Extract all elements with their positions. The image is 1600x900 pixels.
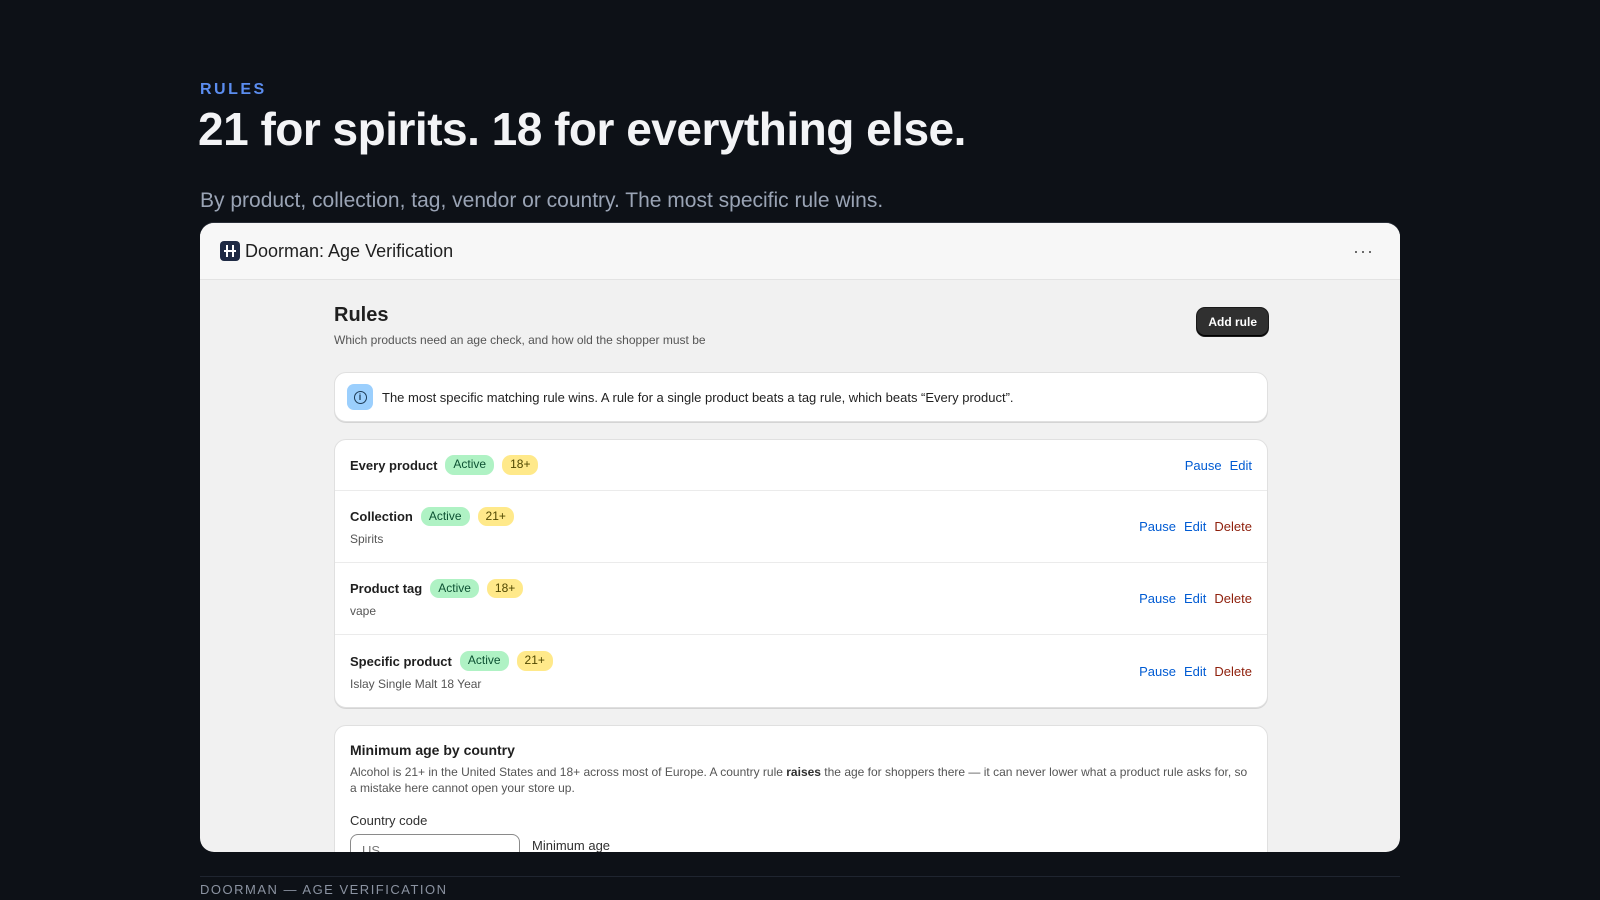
rule-actions: Pause Edit Delete	[1139, 664, 1252, 679]
hero-eyebrow: RULES	[200, 81, 267, 98]
rule-name: Every product	[350, 457, 438, 473]
age-badge: 18+	[502, 455, 539, 475]
app-header: Doorman: Age Verification ···	[200, 223, 1400, 280]
status-badge: Active	[445, 455, 495, 475]
page-content: Rules Which products need an age check, …	[334, 280, 1268, 852]
pause-button[interactable]: Pause	[1139, 519, 1176, 534]
edit-button[interactable]: Edit	[1230, 458, 1252, 473]
age-badge: 21+	[516, 651, 553, 671]
footer-divider	[200, 876, 1400, 877]
delete-button[interactable]: Delete	[1214, 519, 1252, 534]
rule-main: Specific product Active 21+ Islay Single…	[350, 651, 553, 691]
edit-button[interactable]: Edit	[1184, 519, 1206, 534]
country-code-input[interactable]	[350, 834, 520, 852]
age-badge: 18+	[486, 578, 524, 599]
delete-button[interactable]: Delete	[1214, 591, 1252, 606]
country-card-title: Minimum age by country	[350, 742, 515, 758]
rule-actions: Pause Edit Delete	[1139, 591, 1252, 606]
country-rules-card: Minimum age by country Alcohol is 21+ in…	[334, 725, 1268, 852]
page-header: Rules Which products need an age check, …	[334, 280, 1268, 347]
status-badge: Active	[459, 651, 509, 671]
rule-main: Product tag Active 18+ vape	[350, 578, 524, 619]
rule-actions: Pause Edit	[1185, 458, 1252, 473]
app-title: Doorman: Age Verification	[245, 240, 454, 261]
delete-button[interactable]: Delete	[1214, 664, 1252, 679]
status-badge: Active	[430, 578, 479, 599]
hero-title: 21 for spirits. 18 for everything else.	[198, 103, 966, 155]
rules-list: Every product Active 18+ Pause Edit Coll…	[334, 439, 1268, 708]
age-badge: 21+	[477, 506, 514, 527]
rule-actions: Pause Edit Delete	[1139, 519, 1252, 534]
rule-name: Specific product	[350, 653, 452, 669]
emphasis-text: raises	[786, 765, 821, 779]
country-field-row: Minimum age	[350, 834, 1252, 852]
more-actions-icon[interactable]: ···	[1347, 238, 1380, 264]
app-window: Doorman: Age Verification ··· Rules Whic…	[200, 223, 1400, 852]
rule-row: Collection Active 21+ Spirits Pause Edit…	[335, 491, 1267, 563]
hero-subtitle: By product, collection, tag, vendor or c…	[200, 189, 884, 212]
rule-main: Every product Active 18+	[350, 455, 539, 475]
rule-name: Collection	[350, 509, 413, 524]
info-banner: i The most specific matching rule wins. …	[334, 372, 1268, 422]
edit-button[interactable]: Edit	[1184, 591, 1206, 606]
info-icon: i	[347, 384, 373, 410]
app-logo-icon	[220, 241, 240, 261]
country-card-description: Alcohol is 21+ in the United States and …	[350, 765, 1248, 795]
rule-main: Collection Active 21+ Spirits	[350, 506, 514, 547]
rule-target: Spirits	[350, 532, 384, 547]
rule-row: Specific product Active 21+ Islay Single…	[335, 635, 1267, 707]
status-badge: Active	[420, 506, 470, 527]
page-description: Which products need an age check, and ho…	[334, 333, 706, 347]
minimum-age-label: Minimum age	[532, 838, 611, 852]
footer-text: DOORMAN — AGE VERIFICATION	[200, 882, 448, 897]
rule-target: vape	[350, 604, 377, 619]
pause-button[interactable]: Pause	[1139, 664, 1176, 679]
country-code-label: Country code	[350, 813, 428, 828]
pause-button[interactable]: Pause	[1139, 591, 1176, 606]
page-heading-group: Rules Which products need an age check, …	[334, 304, 706, 347]
add-rule-button[interactable]: Add rule	[1197, 308, 1268, 336]
rule-row: Product tag Active 18+ vape Pause Edit D…	[335, 563, 1267, 635]
edit-button[interactable]: Edit	[1184, 664, 1206, 679]
pause-button[interactable]: Pause	[1185, 458, 1222, 473]
rule-row: Every product Active 18+ Pause Edit	[335, 440, 1267, 491]
rule-target: Islay Single Malt 18 Year	[350, 676, 482, 691]
page-title: Rules	[334, 304, 389, 326]
banner-text: The most specific matching rule wins. A …	[382, 389, 1014, 405]
rule-name: Product tag	[350, 581, 423, 596]
